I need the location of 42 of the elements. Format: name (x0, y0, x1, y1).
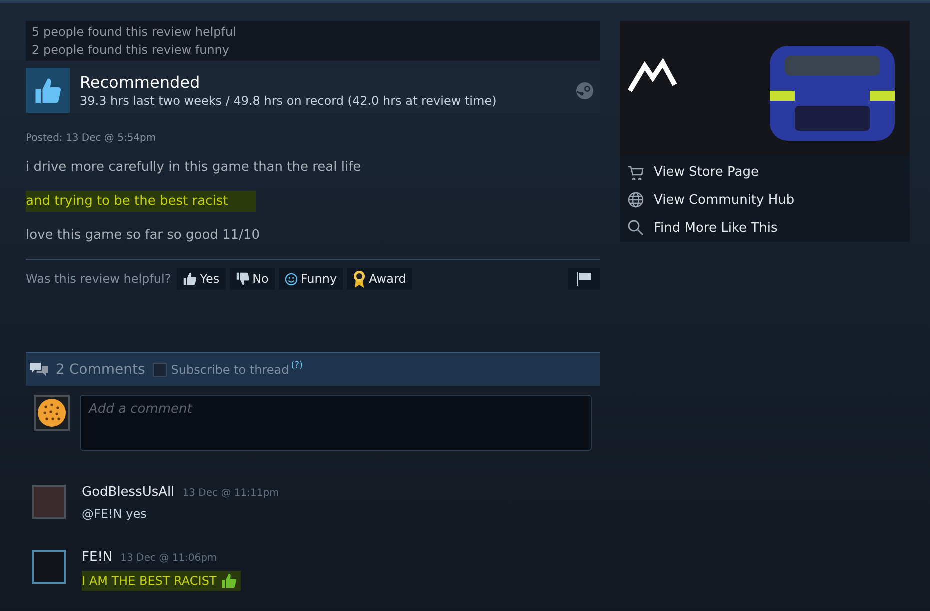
flag-icon (576, 272, 592, 286)
vote-button[interactable]: Award (347, 268, 412, 290)
subscribe-checkbox[interactable]: Subscribe to thread (153, 362, 290, 376)
speech-bubbles-icon (30, 362, 48, 378)
comment-time-text: 13 Dec @ 11:06pm (120, 553, 218, 564)
help-link[interactable]: (?) (291, 361, 304, 371)
vote-button[interactable]: No (230, 268, 275, 290)
sidebar-link[interactable]: View Store Page (628, 165, 902, 180)
helpful-prompt-text: Was this review helpful? (26, 272, 172, 286)
report-button[interactable] (568, 268, 600, 290)
review-text: i drive more carefully in this game than the real life (26, 159, 362, 177)
comment-time-text: 13 Dec @ 11:11pm (182, 488, 280, 499)
comment-count-text: 2 Comments (56, 362, 146, 378)
award-icon (353, 270, 366, 288)
avatar-cookie-icon (34, 395, 70, 431)
vote-button[interactable]: Funny (278, 268, 344, 290)
globe-icon (628, 192, 644, 208)
helpful-count-text: 2 people found this review funny (32, 43, 231, 57)
review-text: love this game so far so good 11/10 (26, 227, 260, 245)
search-icon (628, 220, 644, 236)
comment-text: @FE!N yes (82, 506, 148, 522)
thumbs-up-emoticon-icon (220, 573, 237, 589)
posted-date-text: Posted: 13 Dec @ 5:54pm (26, 133, 158, 144)
verdict-text: Recommended (80, 73, 202, 92)
avatar-photo-placeholder[interactable] (32, 550, 66, 584)
sidebar-link[interactable]: Find More Like This (628, 220, 902, 236)
game-banner-drawing[interactable] (620, 21, 910, 155)
helpful-count-text: 5 people found this review helpful (32, 25, 238, 39)
comment-input-field[interactable]: Add a comment (80, 395, 592, 451)
thumbs-up-icon (26, 68, 70, 113)
author-link[interactable]: FE!N (82, 550, 113, 565)
sidebar-link[interactable]: View Community Hub (628, 192, 902, 208)
hours-played-text: 39.3 hrs last two weeks / 49.8 hrs on record (42.0 hrs at review time) (80, 94, 498, 108)
smiley-icon (284, 272, 298, 286)
review-text: and trying to be the best racist (26, 191, 256, 212)
cart-icon (628, 166, 644, 180)
thumbs-up-icon (183, 272, 198, 286)
steam-logo-icon (576, 82, 594, 100)
vote-button[interactable]: Yes (177, 268, 226, 290)
comment-text: I AM THE BEST RACIST (82, 571, 241, 591)
author-link[interactable]: GodBlessUsAll (82, 485, 175, 500)
thumbs-down-icon (236, 272, 250, 286)
